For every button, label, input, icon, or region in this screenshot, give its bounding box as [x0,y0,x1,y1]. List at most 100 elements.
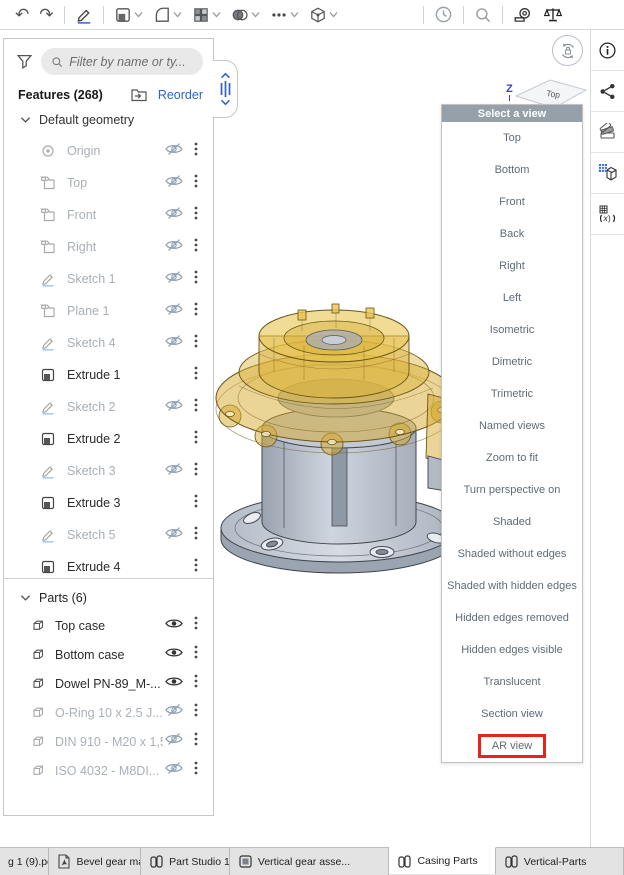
transform-tool-button[interactable] [304,2,343,28]
part-row[interactable]: DIN 910 - M20 x 1,5 [4,727,213,756]
pattern-tool-button[interactable] [187,2,226,28]
view-menu-item-turn-perspective-on[interactable]: Turn perspective on [442,474,582,506]
filter-search-box[interactable] [41,48,203,75]
sketch-button[interactable] [70,2,98,28]
part-context-menu-button[interactable] [185,673,207,694]
feature-row[interactable]: Top [4,167,213,199]
view-menu-item-shaded-without-edges[interactable]: Shaded without edges [442,538,582,570]
view-menu-item-right[interactable]: Right [442,250,582,282]
feature-context-menu-button[interactable] [185,269,207,290]
visibility-toggle[interactable] [163,646,185,664]
view-menu-item-shaded[interactable]: Shaded [442,506,582,538]
extrude-tool-button[interactable] [109,2,148,28]
feature-context-menu-button[interactable] [185,141,207,162]
feature-context-menu-button[interactable] [185,173,207,194]
visibility-toggle[interactable] [163,270,185,289]
filter-funnel-icon[interactable] [16,53,33,70]
view-menu-item-hidden-edges-removed[interactable]: Hidden edges removed [442,602,582,634]
visibility-toggle[interactable] [163,174,185,193]
view-menu-item-isometric[interactable]: Isometric [442,314,582,346]
visibility-toggle[interactable] [163,732,185,751]
tab-g-1-9-pdf[interactable]: g 1 (9).pdf [0,848,49,875]
filter-input[interactable] [69,55,193,69]
feature-row[interactable]: Sketch 5 [4,519,213,551]
visibility-toggle[interactable] [163,617,185,635]
visibility-toggle[interactable] [163,206,185,225]
visibility-toggle[interactable] [163,398,185,417]
feature-row[interactable]: Sketch 1 [4,263,213,295]
variables-button[interactable]: x) [591,194,624,235]
history-button[interactable] [429,2,458,28]
fillet-tool-button[interactable] [148,2,187,28]
tab-bevel-gear-main-a-[interactable]: Bevel gear main a... [49,848,141,875]
feature-context-menu-button[interactable] [185,237,207,258]
visibility-toggle[interactable] [163,526,185,545]
more-tools-button[interactable] [265,2,304,28]
part-context-menu-button[interactable] [185,644,207,665]
view-menu-item-bottom[interactable]: Bottom [442,154,582,186]
view-menu-item-zoom-to-fit[interactable]: Zoom to fit [442,442,582,474]
measure-button[interactable] [508,2,538,28]
panel-splitter-handle[interactable] [213,60,238,118]
feature-row[interactable]: Right [4,231,213,263]
feature-context-menu-button[interactable] [185,525,207,546]
view-menu-item-shaded-with-hidden-edges[interactable]: Shaded with hidden edges [442,570,582,602]
tab-vertical-gear-asse-[interactable]: Vertical gear asse... [230,848,390,875]
view-menu-item-translucent[interactable]: Translucent [442,666,582,698]
undo-button[interactable]: ↶ [10,2,34,28]
feature-row[interactable]: Extrude 4 [4,551,213,579]
boolean-tool-button[interactable] [226,2,265,28]
part-row[interactable]: Top case [4,611,213,640]
view-menu-item-left[interactable]: Left [442,282,582,314]
visibility-toggle[interactable] [163,703,185,722]
feature-row[interactable]: Front [4,199,213,231]
view-menu-item-back[interactable]: Back [442,218,582,250]
share-button[interactable] [591,71,624,112]
part-row[interactable]: Bottom case [4,640,213,669]
redo-button[interactable]: ↷ [34,2,58,28]
visibility-toggle[interactable] [163,334,185,353]
feature-context-menu-button[interactable] [185,333,207,354]
feature-row[interactable]: Extrude 1 [4,359,213,391]
parts-group[interactable]: Parts (6) [4,587,213,611]
view-menu-item-section-view[interactable]: Section view [442,698,582,730]
part-row[interactable]: Dowel PN-89_M-... [4,669,213,698]
visibility-toggle[interactable] [163,462,185,481]
part-context-menu-button[interactable] [185,615,207,636]
default-geometry-group[interactable]: Default geometry [4,107,213,129]
part-context-menu-button[interactable] [185,702,207,723]
view-menu-item-hidden-edges-visible[interactable]: Hidden edges visible [442,634,582,666]
visibility-toggle[interactable] [163,238,185,257]
feature-context-menu-button[interactable] [185,461,207,482]
visibility-toggle[interactable] [163,302,185,321]
view-menu-item-trimetric[interactable]: Trimetric [442,378,582,410]
view-menu-item-dimetric[interactable]: Dimetric [442,346,582,378]
tab-casing-parts[interactable]: Casing Parts [389,847,495,874]
view-menu-item-front[interactable]: Front [442,186,582,218]
feature-context-menu-button[interactable] [185,493,207,514]
tab-part-studio-1[interactable]: Part Studio 1 [141,848,230,875]
appearance-button[interactable] [591,112,624,153]
feature-row[interactable]: Plane 1 [4,295,213,327]
lock-rotation-button[interactable] [552,35,583,66]
visibility-toggle[interactable] [163,142,185,161]
feature-context-menu-button[interactable] [185,301,207,322]
view-menu-item-named-views[interactable]: Named views [442,410,582,442]
part-row[interactable]: O-Ring 10 x 2.5 J... [4,698,213,727]
visibility-toggle[interactable] [163,761,185,780]
export-cube-button[interactable] [591,153,624,194]
feature-context-menu-button[interactable] [185,205,207,226]
info-button[interactable] [591,30,624,71]
part-row[interactable]: ISO 4032 - M8DI... [4,756,213,785]
feature-row[interactable]: Sketch 3 [4,455,213,487]
part-context-menu-button[interactable] [185,760,207,781]
feature-context-menu-button[interactable] [185,557,207,578]
feature-context-menu-button[interactable] [185,365,207,386]
feature-row[interactable]: Origin [4,135,213,167]
view-menu-item-top[interactable]: Top [442,122,582,154]
new-folder-icon[interactable] [130,87,148,103]
feature-context-menu-button[interactable] [185,429,207,450]
feature-row[interactable]: Extrude 3 [4,487,213,519]
view-menu-item-ar-view[interactable]: AR view [442,730,582,762]
feature-context-menu-button[interactable] [185,397,207,418]
